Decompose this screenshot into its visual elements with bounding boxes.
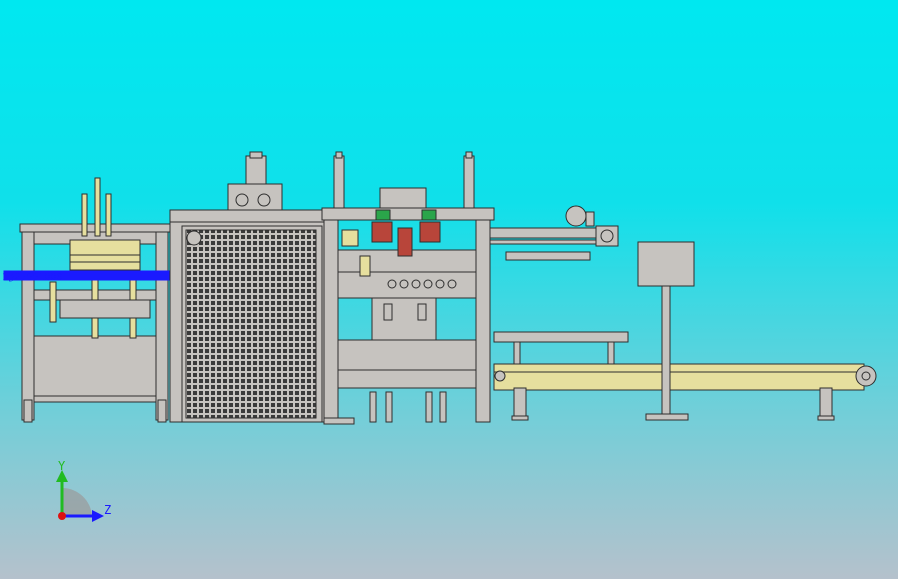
dimension-text: 1ℨ25661000 <box>2 272 62 283</box>
y-axis-label: Y <box>58 459 66 473</box>
control-panel[interactable] <box>637 241 695 421</box>
cad-viewport[interactable]: 1ℨ25661000 Y Z <box>0 0 898 579</box>
output-conveyor[interactable] <box>493 331 877 421</box>
z-axis-label: Z <box>104 503 111 517</box>
left-forming-station[interactable] <box>19 177 171 423</box>
trimming-station[interactable] <box>321 151 495 425</box>
transfer-arm[interactable] <box>489 205 619 261</box>
heater-cabinet[interactable] <box>169 151 325 423</box>
machine-assembly[interactable]: 1ℨ25661000 <box>2 151 877 425</box>
axis-triad: Y Z <box>56 459 111 522</box>
